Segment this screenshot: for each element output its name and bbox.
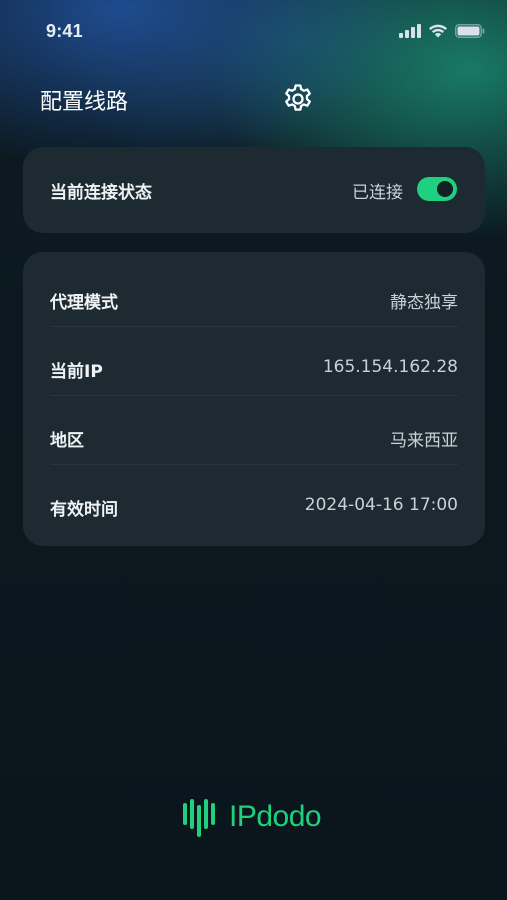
info-row-current-ip: 当前IP 165.154.162.28: [23, 327, 485, 396]
valid-time-label: 有效时间: [50, 500, 118, 520]
line-info-card: 代理模式 静态独享 当前IP 165.154.162.28 地区 马来西亚 有效…: [23, 252, 485, 546]
status-bar: 9:41: [0, 0, 507, 60]
proxy-mode-value: 静态独享: [390, 293, 458, 313]
battery-icon: [455, 23, 485, 38]
brand-name: IPdodo: [229, 800, 322, 833]
status-time: 9:41: [46, 21, 83, 41]
info-row-proxy-mode: 代理模式 静态独享: [23, 258, 485, 327]
region-value: 马来西亚: [390, 431, 458, 451]
current-ip-value: 165.154.162.28: [322, 357, 458, 377]
connection-status-text: 已连接: [352, 183, 403, 203]
connection-status-card: 当前连接状态 已连接: [23, 147, 485, 233]
header: 配置线路: [0, 72, 507, 124]
info-row-valid-time: 有效时间 2024-04-16 17:00: [23, 465, 485, 534]
info-row-region: 地区 马来西亚: [23, 396, 485, 465]
connection-status-label: 当前连接状态: [50, 183, 152, 203]
status-icons: [399, 23, 485, 38]
brand-logo: IPdodo: [183, 795, 333, 839]
wifi-icon: [429, 24, 447, 38]
connection-toggle[interactable]: [417, 177, 457, 201]
valid-time-value: 2024-04-16 17:00: [304, 495, 458, 515]
cellular-signal-icon: [399, 23, 421, 38]
proxy-mode-label: 代理模式: [50, 293, 118, 313]
current-ip-label: 当前IP: [50, 362, 103, 382]
ipdodo-logo-icon: [183, 799, 215, 837]
gear-icon[interactable]: [281, 82, 315, 116]
region-label: 地区: [50, 431, 84, 451]
page-title: 配置线路: [40, 90, 129, 115]
toggle-knob: [437, 181, 453, 197]
